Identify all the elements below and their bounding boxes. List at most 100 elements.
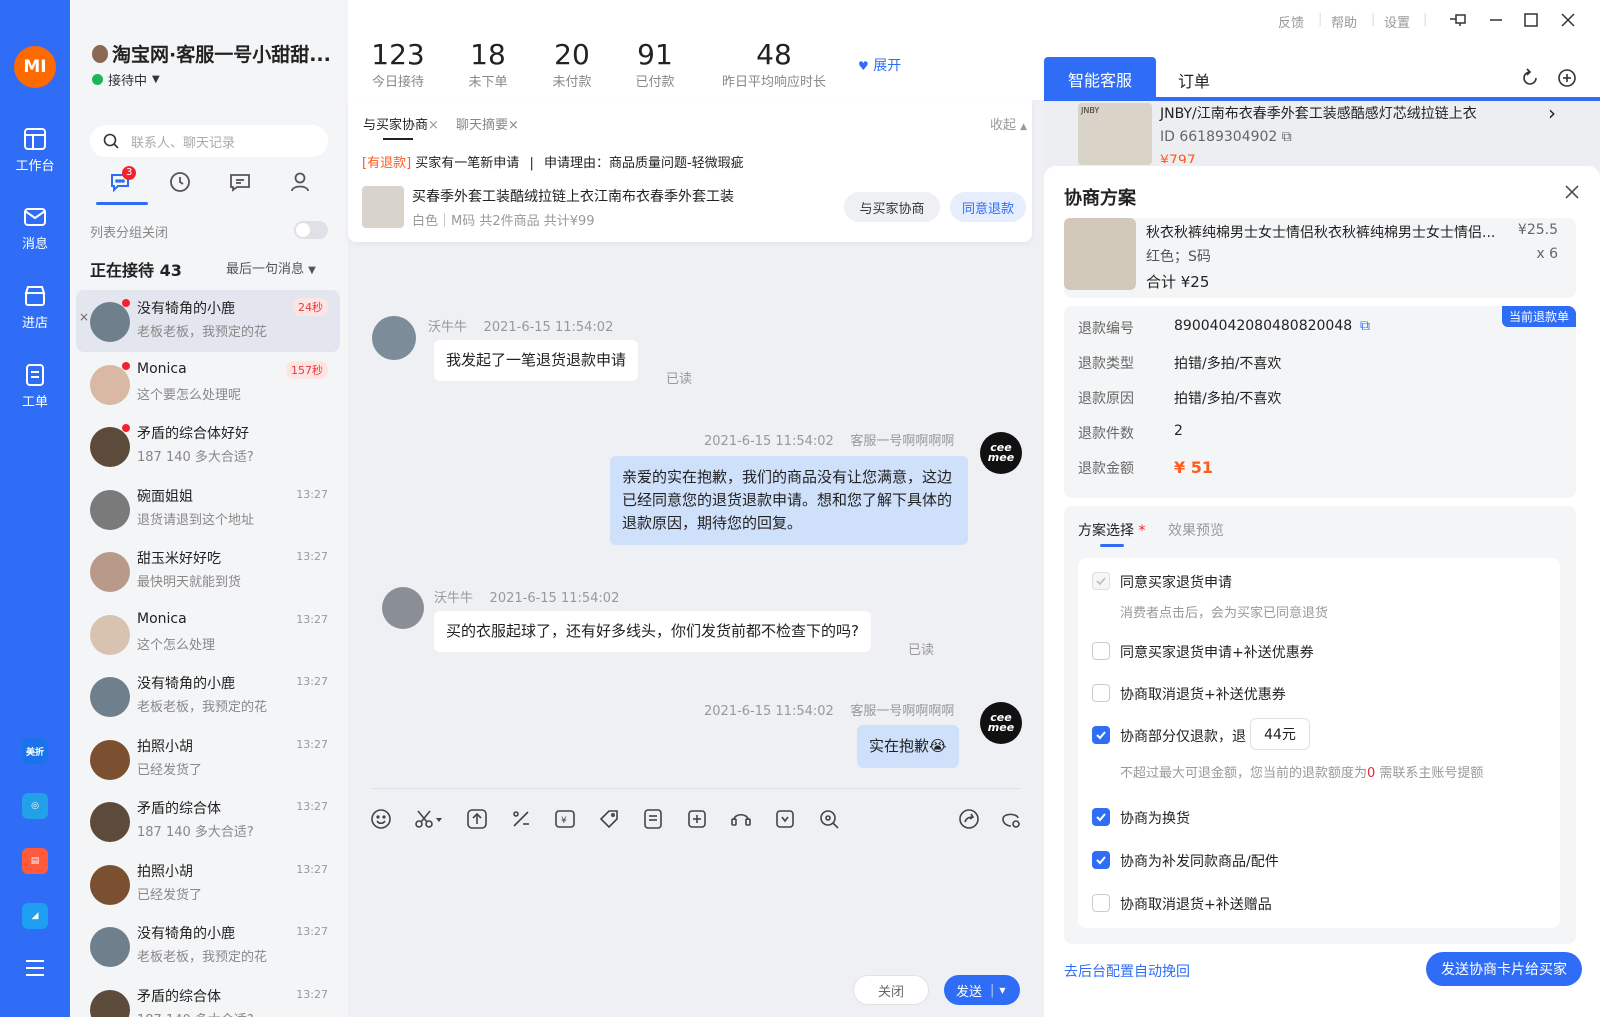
option-label: 协商取消退货+补送优惠券	[1120, 687, 1286, 703]
conversation-item[interactable]: 甜玉米好好吃 最快明天就能到货 13:27	[76, 540, 340, 602]
stat-item: 48 昨日平均响应时长	[704, 38, 844, 90]
tab-negotiate[interactable]: 与买家协商×	[363, 114, 439, 140]
unread-dot	[122, 424, 130, 432]
bird-app-icon[interactable]: ◢	[22, 903, 48, 929]
expand-button[interactable]: ♥ 展开	[858, 55, 901, 75]
pin-icon[interactable]	[1449, 12, 1467, 32]
send-card-button[interactable]: 发送协商卡片给买家	[1426, 952, 1582, 986]
agree-refund-button[interactable]: 同意退款	[950, 192, 1026, 222]
help-link[interactable]: 帮助	[1331, 12, 1357, 31]
contact-name: 没有犄角的小鹿	[137, 301, 235, 317]
message-time: 13:27	[296, 550, 328, 563]
copy-icon[interactable]: ⧉	[1282, 129, 1292, 145]
config-link[interactable]: 去后台配置自动挽回	[1064, 961, 1190, 981]
tab-smart-service[interactable]: 智能客服	[1044, 57, 1156, 101]
tab-close-icon[interactable]: ×	[428, 118, 439, 133]
checkbox[interactable]	[1092, 726, 1110, 744]
feedback-link[interactable]: 反馈	[1278, 12, 1304, 31]
sender: 客服一号啊啊啊啊	[850, 704, 955, 719]
add-icon[interactable]	[1557, 68, 1577, 92]
avatar	[90, 427, 130, 467]
tab-preview[interactable]: 效果预览	[1168, 520, 1224, 540]
share-icon[interactable]	[958, 808, 980, 830]
copy-icon[interactable]: ⧉	[1360, 318, 1370, 334]
service-icon[interactable]	[730, 808, 752, 830]
negotiate-button[interactable]: 与买家协商	[844, 192, 940, 222]
conversation-item[interactable]: 矛盾的综合体 187 140 多大合适? 13:27	[76, 790, 340, 852]
conversation-item[interactable]: Monica 这个怎么处理 13:27	[76, 603, 340, 665]
gift-icon[interactable]	[774, 808, 796, 830]
dismiss-icon[interactable]: ×	[79, 310, 89, 324]
close-icon[interactable]	[1560, 12, 1576, 32]
tab-history[interactable]	[160, 170, 200, 210]
settings-link[interactable]: 设置	[1384, 12, 1410, 31]
chevron-right-icon[interactable]: ›	[1548, 101, 1556, 125]
rail-item-ticket[interactable]: 工单	[0, 362, 70, 410]
refresh-icon[interactable]	[1520, 68, 1540, 92]
tag-icon[interactable]	[598, 808, 620, 830]
checkbox[interactable]	[1092, 851, 1110, 869]
meizhe-app-icon[interactable]: 美折	[22, 738, 48, 764]
close-button[interactable]: 关闭	[853, 975, 929, 1005]
tab-messages[interactable]	[220, 170, 260, 210]
refund-amount-input[interactable]: 44元	[1250, 718, 1310, 750]
menu-icon[interactable]	[24, 958, 46, 982]
hint-text: 需联系主账号提额	[1375, 766, 1484, 781]
expand-label: 展开	[873, 58, 902, 74]
tab-orders[interactable]: 订单	[1178, 68, 1210, 92]
chat-app-icon[interactable]: ◎	[22, 793, 48, 819]
tab-chats[interactable]: 3	[96, 166, 148, 210]
tab-contacts[interactable]	[280, 170, 320, 210]
tab-summary[interactable]: 聊天摘要×	[456, 114, 519, 133]
status-dropdown[interactable]: 接待中 ▼	[92, 70, 160, 89]
conversation-item[interactable]: 没有犄角的小鹿 老板老板，我预定的花 13:27	[76, 665, 340, 727]
collapse-button[interactable]: 收起 ▲	[990, 114, 1027, 133]
tab-close-icon[interactable]: ×	[508, 118, 519, 133]
checkbox[interactable]	[1092, 642, 1110, 660]
last-message: 187 140 多大合适?	[137, 1009, 254, 1017]
plan-section: 方案选择 * 效果预览 同意买家退货申请 消费者点击后，会为买家已同意退货 同意买家…	[1064, 506, 1576, 944]
rail-item-store[interactable]: 进店	[0, 283, 70, 331]
tab-plan[interactable]: 方案选择 *	[1078, 520, 1145, 547]
conversation-item[interactable]: 拍照小胡 已经发货了 13:27	[76, 728, 340, 790]
rail-item-message[interactable]: 消息	[0, 204, 70, 252]
search-history-icon[interactable]	[818, 808, 840, 830]
workbench-icon	[24, 128, 46, 150]
conversation-item[interactable]: 没有犄角的小鹿 老板老板，我预定的花 13:27	[76, 915, 340, 977]
order-icon[interactable]	[642, 808, 664, 830]
chat-settings-icon[interactable]	[1000, 808, 1022, 830]
message-time: 13:27	[296, 612, 328, 626]
close-sheet-icon[interactable]	[1564, 184, 1580, 204]
scissors-icon[interactable]	[414, 808, 442, 830]
discount-icon[interactable]	[510, 808, 532, 830]
search-icon	[103, 133, 119, 149]
maximize-icon[interactable]	[1523, 12, 1539, 32]
upload-icon[interactable]	[466, 808, 488, 830]
group-toggle[interactable]	[294, 221, 328, 239]
last-message: 老板老板，我预定的花	[137, 700, 268, 715]
conversation-item[interactable]: 矛盾的综合体 187 140 多大合适? 13:27	[76, 978, 340, 1017]
conversation-item[interactable]: 拍照小胡 已经发货了 13:27	[76, 853, 340, 915]
message-meta: 2021-6-15 11:54:02 客服一号啊啊啊啊	[704, 430, 954, 449]
conversation-item[interactable]: 矛盾的综合体好好 187 140 多大合适?	[76, 415, 340, 477]
timestamp: 2021-6-15 11:54:02	[704, 434, 834, 449]
conversation-item[interactable]: × 没有犄角的小鹿 老板老板，我预定的花 24秒	[76, 290, 340, 352]
sort-dropdown[interactable]: 最后一句消息 ▼	[226, 258, 316, 277]
print-app-icon[interactable]: ▤	[22, 848, 48, 874]
coupon-icon[interactable]: ¥	[554, 808, 576, 830]
customer-avatar	[382, 587, 424, 629]
cart-icon[interactable]	[686, 808, 708, 830]
checkbox[interactable]	[1092, 572, 1110, 590]
top-product-card[interactable]: JNBY JNBY/江南布衣春季外套工装感酷感灯芯绒拉链上衣 ID 661893…	[1072, 101, 1600, 165]
search-input[interactable]: 联系人、聊天记录	[90, 125, 328, 157]
checkbox[interactable]	[1092, 894, 1110, 912]
checkbox[interactable]	[1092, 808, 1110, 826]
conversation-item[interactable]: Monica 这个要怎么处理呢 157秒	[76, 353, 340, 415]
apply-text: 买家有一笔新申请	[415, 156, 520, 171]
rail-item-workbench[interactable]: 工作台	[0, 126, 70, 174]
conversation-item[interactable]: 碗面姐姐 退货请退到这个地址 13:27	[76, 478, 340, 540]
minimize-icon[interactable]	[1488, 12, 1504, 32]
emoji-icon[interactable]	[370, 808, 392, 830]
checkbox[interactable]	[1092, 684, 1110, 702]
send-button[interactable]: 发送 | ▼	[944, 975, 1020, 1005]
